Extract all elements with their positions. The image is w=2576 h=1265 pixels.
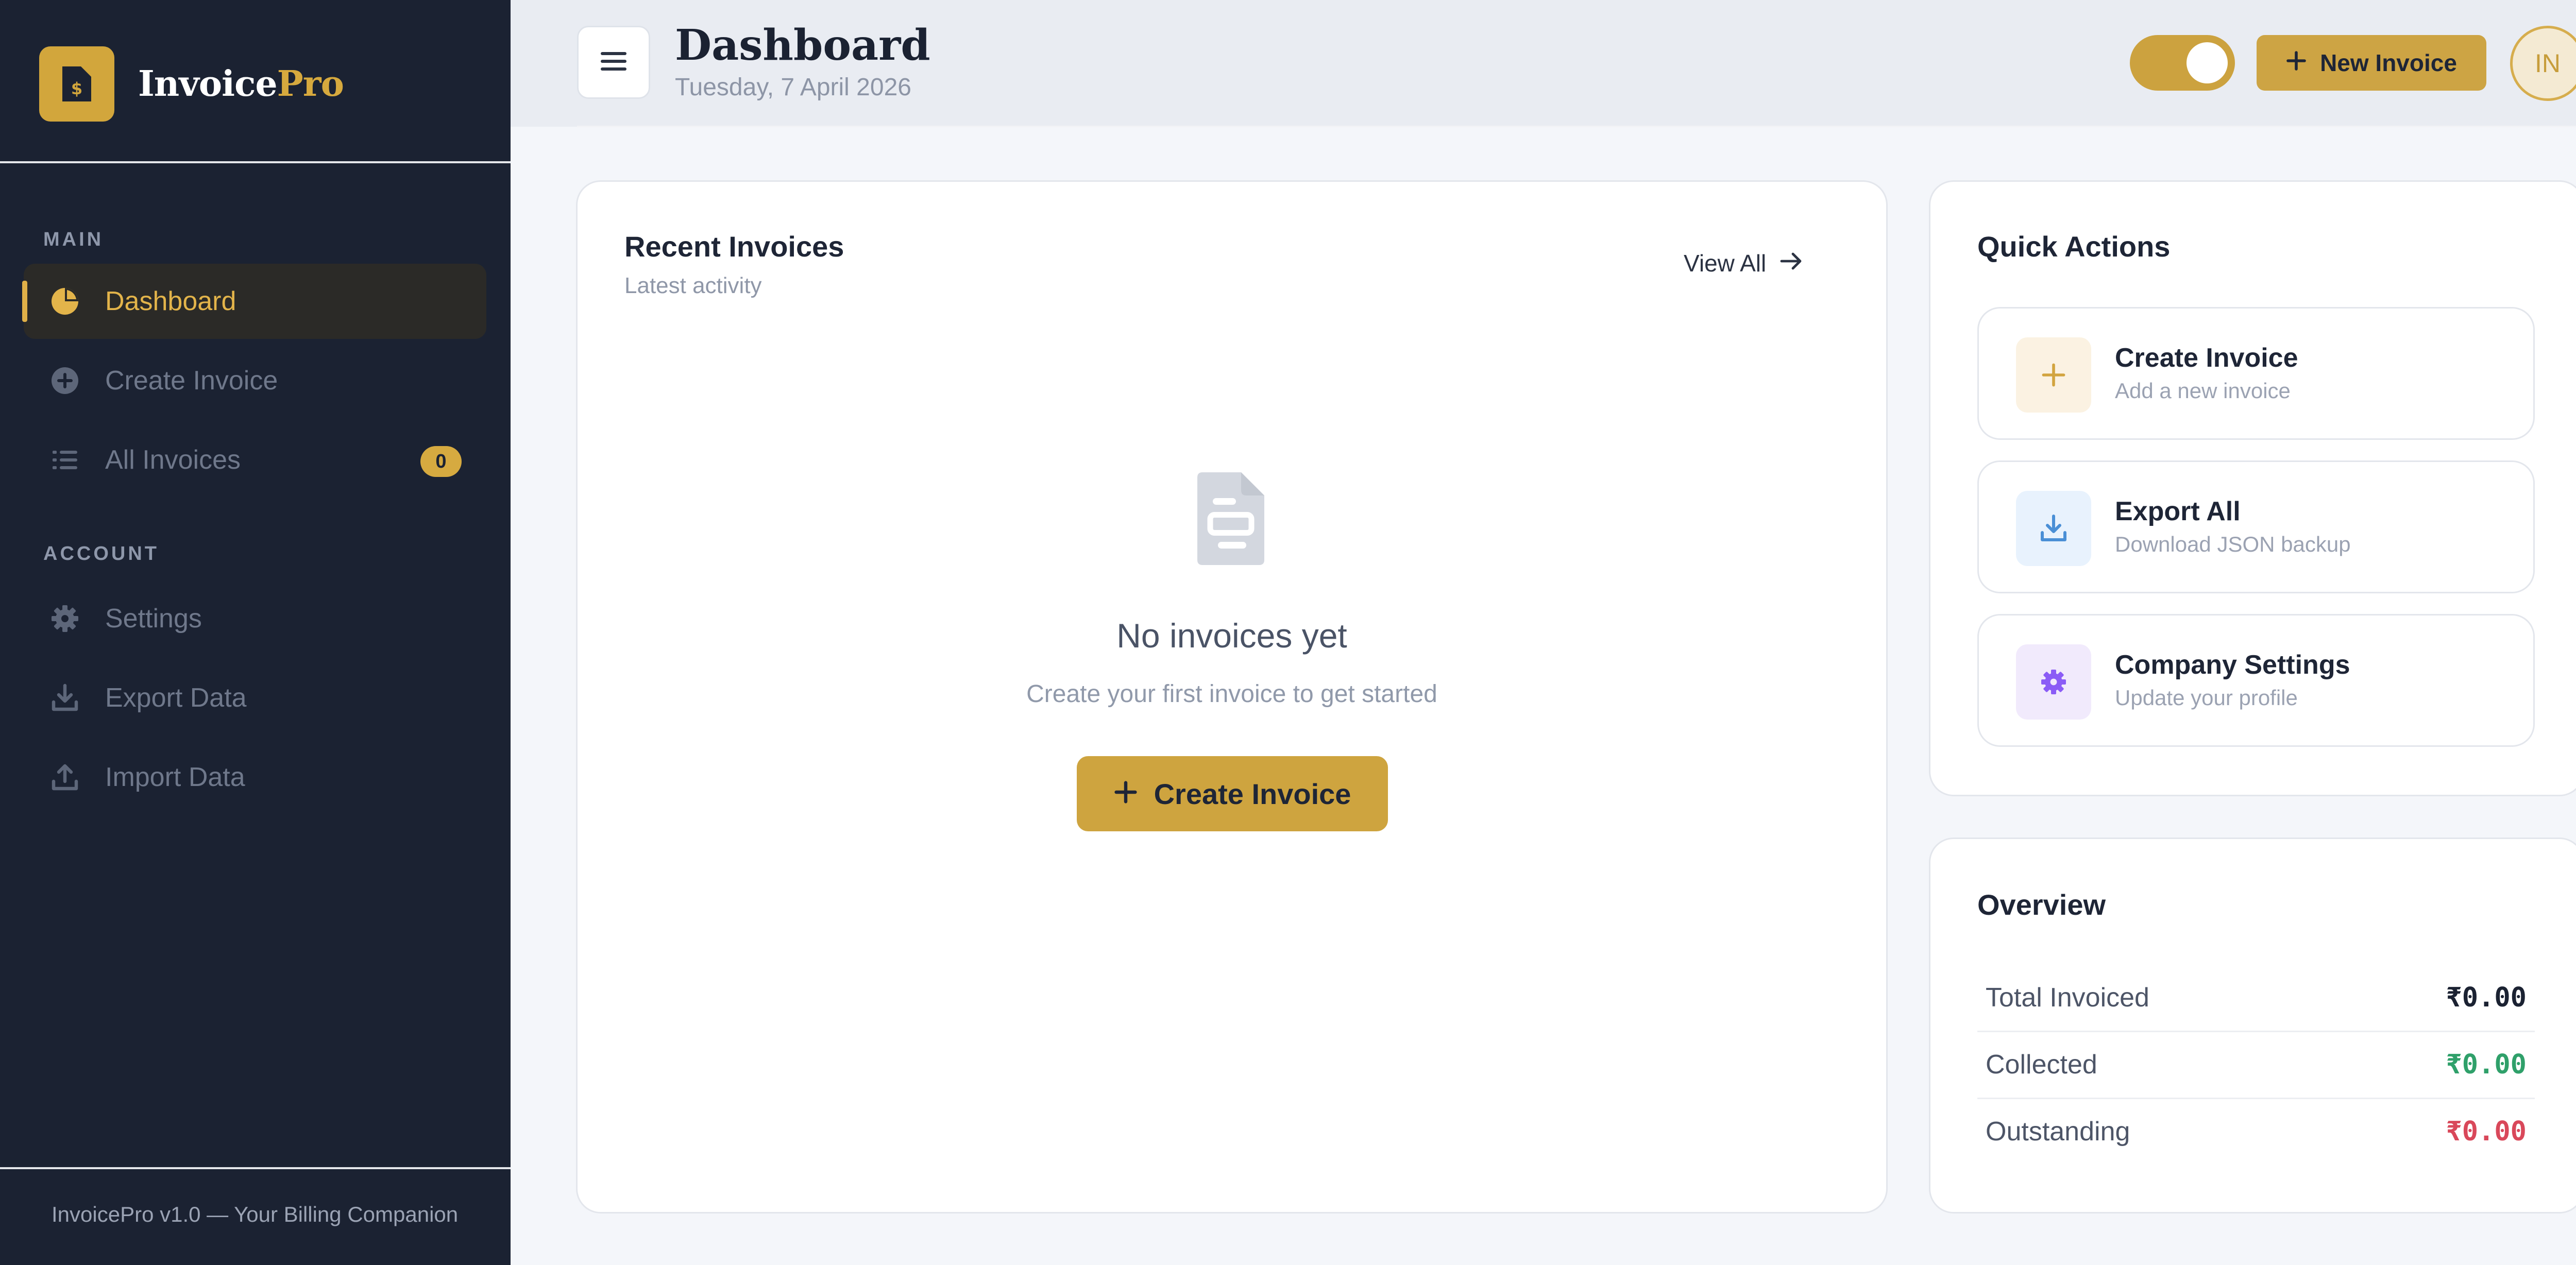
hamburger-icon	[600, 50, 628, 75]
section-label-main: MAIN	[43, 229, 104, 250]
divider	[577, 126, 2576, 127]
plus-icon	[2016, 337, 2091, 413]
view-all-link[interactable]: View All	[1684, 249, 1804, 277]
pie-chart-icon	[48, 285, 81, 318]
quick-action-title: Export All	[2115, 497, 2241, 526]
sidebar-item-dashboard[interactable]: Dashboard	[22, 264, 486, 339]
quick-action-title: Company Settings	[2115, 650, 2350, 680]
sidebar-item-all-invoices[interactable]: All Invoices 0	[24, 422, 486, 498]
toggle-knob	[2187, 42, 2228, 83]
sidebar-item-export-data[interactable]: Export Data	[24, 660, 486, 736]
plus-icon	[2286, 49, 2307, 77]
overview-label: Outstanding	[1986, 1117, 2130, 1147]
recent-invoices-title: Recent Invoices	[624, 230, 844, 263]
gear-icon	[2016, 644, 2091, 720]
overview-title: Overview	[1977, 888, 2106, 921]
view-all-label: View All	[1684, 250, 1767, 277]
quick-action-create-invoice[interactable]: Create Invoice Add a new invoice	[1977, 307, 2535, 440]
divider	[0, 161, 511, 163]
overview-label: Collected	[1986, 1050, 2097, 1080]
download-icon	[2016, 491, 2091, 566]
quick-action-subtitle: Download JSON backup	[2115, 532, 2351, 556]
quick-actions-title: Quick Actions	[1977, 230, 2171, 263]
download-icon	[48, 681, 81, 714]
sidebar: $ InvoicePro MAIN Dashboard Create Invoi…	[0, 0, 511, 1265]
invoice-file-icon: $	[39, 46, 114, 122]
quick-action-company-settings[interactable]: Company Settings Update your profile	[1977, 614, 2535, 747]
empty-document-icon	[1192, 470, 1269, 570]
plus-icon	[1114, 777, 1138, 811]
section-label-account: ACCOUNT	[43, 543, 159, 565]
svg-text:$: $	[71, 79, 82, 98]
menu-toggle-button[interactable]	[577, 26, 650, 99]
invoice-count-badge: 0	[420, 446, 462, 477]
sidebar-item-label: Dashboard	[105, 286, 236, 316]
sidebar-footer: InvoicePro v1.0 — Your Billing Companion	[52, 1202, 459, 1226]
sidebar-item-create-invoice[interactable]: Create Invoice	[24, 343, 486, 418]
brand-name: InvoicePro	[138, 63, 344, 105]
brand-name-accent: Pro	[277, 63, 344, 105]
page-date: Tuesday, 7 April 2026	[675, 74, 911, 101]
overview-label: Total Invoiced	[1986, 983, 2149, 1013]
brand[interactable]: $ InvoicePro	[39, 46, 344, 122]
sidebar-item-label: Create Invoice	[105, 366, 278, 396]
quick-action-export-all[interactable]: Export All Download JSON backup	[1977, 460, 2535, 593]
brand-name-main: Invoice	[138, 63, 278, 105]
new-invoice-button[interactable]: New Invoice	[2257, 35, 2486, 91]
create-invoice-button[interactable]: Create Invoice	[1077, 756, 1388, 831]
sidebar-item-label: Import Data	[105, 762, 245, 792]
quick-action-title: Create Invoice	[2115, 343, 2298, 373]
overview-value: ₹0.00	[2446, 982, 2527, 1013]
gear-icon	[48, 602, 81, 635]
overview-value: ₹0.00	[2446, 1116, 2527, 1147]
theme-toggle[interactable]	[2130, 35, 2235, 91]
sidebar-item-label: Export Data	[105, 683, 247, 713]
create-invoice-label: Create Invoice	[1154, 777, 1351, 810]
overview-value: ₹0.00	[2446, 1049, 2527, 1080]
sidebar-item-label: All Invoices	[105, 445, 241, 475]
recent-invoices-subtitle: Latest activity	[624, 273, 762, 298]
new-invoice-label: New Invoice	[2320, 49, 2457, 76]
sidebar-item-settings[interactable]: Settings	[24, 581, 486, 656]
sidebar-item-import-data[interactable]: Import Data	[24, 740, 486, 815]
arrow-right-icon	[1780, 249, 1804, 277]
active-indicator	[22, 281, 27, 322]
quick-action-subtitle: Add a new invoice	[2115, 379, 2291, 403]
divider	[0, 1167, 511, 1169]
overview-row-total-invoiced: Total Invoiced ₹0.00	[1977, 964, 2535, 1031]
list-icon	[48, 443, 81, 476]
recent-invoices-card	[576, 180, 1888, 1213]
quick-action-subtitle: Update your profile	[2115, 686, 2298, 710]
overview-row-collected: Collected ₹0.00	[1977, 1031, 2535, 1098]
sidebar-item-label: Settings	[105, 604, 202, 634]
upload-icon	[48, 761, 81, 794]
page-title: Dashboard	[675, 21, 930, 70]
plus-circle-icon	[48, 364, 81, 397]
overview-row-outstanding: Outstanding ₹0.00	[1977, 1098, 2535, 1165]
